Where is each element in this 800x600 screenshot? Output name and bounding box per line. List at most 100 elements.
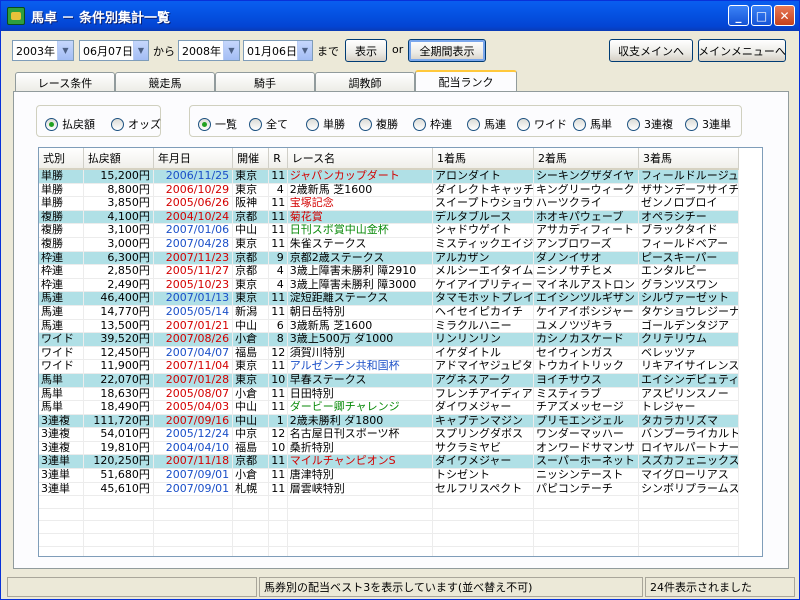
radio-win[interactable]: 単勝: [306, 116, 345, 132]
table-row[interactable]: 馬単 18,490円 2005/04/03 中山 11 ダービー卿チャレンジ ダイワメジャー…: [39, 400, 739, 415]
radio-trio-circle[interactable]: [627, 117, 640, 131]
table-row[interactable]: 3連複 54,010円 2005/12/24 中京 12 名古屋日刊スポーツ杯 スプリングダ…: [39, 427, 739, 442]
cell-first: ダイレクトキャッチ: [432, 183, 534, 198]
tab-payout-rank[interactable]: 配当ランク: [415, 70, 517, 92]
chevron-down-icon[interactable]: ▼: [223, 41, 239, 60]
close-button[interactable]: ✕: [774, 5, 795, 26]
table-row[interactable]: 3連複 19,810円 2004/04/10 福島 10 桑折特別 サクラミヤビ オンワードサ…: [39, 441, 739, 456]
radio-wide-circle[interactable]: [517, 117, 530, 131]
col-header-second[interactable]: 2着馬: [533, 148, 640, 170]
radio-exacta-circle[interactable]: [573, 117, 586, 131]
cell-r: 11: [268, 196, 288, 211]
table-row[interactable]: 3連単 51,680円 2007/09/01 小倉 11 唐津特別 トシゼント ニッシンテース…: [39, 468, 739, 483]
cell-race: マイルチャンピオンS: [287, 454, 433, 470]
radio-list[interactable]: 一覧: [198, 116, 237, 132]
col-header-venue[interactable]: 開催: [232, 148, 270, 170]
table-row[interactable]: 馬連 46,400円 2007/01/13 東京 11 淀短距離ステークス タマモホットプレ…: [39, 291, 739, 306]
table-row[interactable]: ワイド 39,520円 2007/08/26 小倉 8 3歳上500万 ダ1000 リンリン…: [39, 332, 739, 347]
col-header-payout[interactable]: 払戻額: [83, 148, 154, 170]
radio-quinella[interactable]: 馬連: [467, 116, 506, 132]
radio-exacta[interactable]: 馬単: [573, 116, 612, 132]
maximize-button[interactable]: □: [751, 5, 772, 26]
from-date-select[interactable]: 06月07日 ▼: [79, 40, 149, 61]
chevron-down-icon[interactable]: ▼: [297, 41, 312, 60]
table-row[interactable]: 馬連 13,500円 2007/01/21 中山 6 3歳新馬 芝1600 ミラクルハニーユ…: [39, 319, 739, 334]
show-button[interactable]: 表示: [345, 39, 387, 62]
radio-quinella-circle[interactable]: [467, 117, 480, 131]
table-row[interactable]: 複勝 3,000円 2007/04/28 東京 11 朱雀ステークス ミスティックエイジ アン…: [39, 237, 739, 252]
table-row[interactable]: 馬連 14,770円 2005/05/14 新潟 11 朝日岳特別 ヘイセイピカイチ ケイアイ…: [39, 305, 739, 320]
from-year-select[interactable]: 2003年 ▼: [12, 40, 74, 61]
cell-r: 4: [268, 264, 288, 279]
radio-trio[interactable]: 3連複: [627, 116, 673, 132]
main-menu-button[interactable]: メインメニューへ: [698, 39, 786, 62]
cell-venue: 京都: [232, 454, 270, 470]
cell-race: 3歳新馬 芝1600: [287, 319, 433, 334]
col-header-first[interactable]: 1着馬: [432, 148, 534, 170]
radio-payout-circle[interactable]: [45, 117, 58, 131]
cell-first: サクラミヤビ: [432, 441, 534, 456]
radio-all[interactable]: 全て: [249, 116, 288, 132]
tab-trainer[interactable]: 調教師: [315, 72, 415, 92]
table-row[interactable]: 複勝 3,100円 2007/01/06 中山 11 日刊スポ賞中山金杯 シャドウゲイト アサ…: [39, 223, 739, 238]
col-header-third[interactable]: 3着馬: [638, 148, 739, 170]
tab-race-condition[interactable]: レース条件: [15, 72, 115, 92]
table-row[interactable]: 3連複 111,720円 2007/09/16 中山 1 2歳未勝利 ダ1800 キャプテン…: [39, 414, 739, 429]
chevron-down-icon[interactable]: ▼: [57, 41, 73, 60]
cell-date: 2005/04/03: [153, 400, 234, 415]
balance-menu-button[interactable]: 収支メインへ: [609, 39, 693, 62]
table-row[interactable]: ワイド 12,450円 2007/04/07 福島 12 須賀川特別 イケダイトル セイウィン…: [39, 346, 739, 361]
radio-list-circle[interactable]: [198, 117, 211, 131]
table-row[interactable]: 3連単 120,250円 2007/11/18 京都 11 マイルチャンピオンS ダイワメジ…: [39, 454, 739, 470]
col-header-race-name[interactable]: レース名: [287, 148, 433, 170]
cell-payout: 45,610円: [83, 482, 154, 497]
radio-win-circle[interactable]: [306, 117, 319, 131]
radio-trifecta[interactable]: 3連単: [685, 116, 731, 132]
cell-third: オペラシチー: [638, 210, 739, 225]
radio-place[interactable]: 複勝: [359, 116, 398, 132]
radio-payout[interactable]: 払戻額: [45, 116, 95, 132]
cell-first: アグネスアーク: [432, 373, 534, 388]
radio-trifecta-circle[interactable]: [685, 117, 698, 131]
table-row[interactable]: 枠連 6,300円 2007/11/23 京都 9 京都2歳ステークス アルカザン ダノンイサ…: [39, 251, 739, 266]
table-row[interactable]: 複勝 4,100円 2004/10/24 京都 11 菊花賞 デルタブルース ホオキパウェーブ…: [39, 210, 739, 225]
table-row[interactable]: 馬単 22,070円 2007/01/28 東京 10 早春ステークス アグネスアーク ヨイチ…: [39, 373, 739, 388]
radio-odds[interactable]: オッズ: [111, 116, 161, 132]
table-row[interactable]: 単勝 3,850円 2005/06/26 阪神 11 宝塚記念 スイープトウショウ ハーツクラ…: [39, 196, 739, 211]
table-row[interactable]: 単勝 15,200円 2006/11/25 東京 11 ジャパンカップダート アロンダイトシ…: [39, 169, 739, 184]
radio-all-circle[interactable]: [249, 117, 262, 131]
empty-cell: [153, 495, 234, 509]
radio-place-circle[interactable]: [359, 117, 372, 131]
cell-type: 3連複: [39, 441, 84, 456]
cell-payout: 8,800円: [83, 183, 154, 198]
to-year-select[interactable]: 2008年 ▼: [178, 40, 240, 61]
table-row[interactable]: 単勝 8,800円 2006/10/29 東京 4 2歳新馬 芝1600 ダイレクトキャッチ…: [39, 183, 739, 198]
radio-odds-circle[interactable]: [111, 117, 124, 131]
table-row[interactable]: 枠連 2,490円 2005/10/23 東京 4 3歳上障害未勝利 障3000 ケイアイプ…: [39, 278, 739, 293]
radio-wide[interactable]: ワイド: [517, 116, 567, 132]
all-period-button[interactable]: 全期間表示: [408, 39, 486, 62]
table-row[interactable]: ワイド 11,900円 2007/11/04 東京 11 アルゼンチン共和国杯 アドマイヤジ…: [39, 359, 739, 374]
table-row[interactable]: 3連単 45,610円 2007/09/01 札幌 11 層雲峡特別 セルフリスペクト パピコ…: [39, 482, 739, 497]
cell-r: 4: [268, 278, 288, 293]
tab-horse[interactable]: 競走馬: [115, 72, 215, 92]
cell-payout: 18,490円: [83, 400, 154, 415]
chevron-down-icon[interactable]: ▼: [133, 41, 148, 60]
to-date-select[interactable]: 01月06日 ▼: [243, 40, 313, 61]
radio-bracket-circle[interactable]: [413, 117, 426, 131]
table-row[interactable]: 枠連 2,850円 2005/11/27 京都 4 3歳上障害未勝利 障2910 メルシーエ…: [39, 264, 739, 279]
col-header-date[interactable]: 年月日: [153, 148, 234, 170]
table-row[interactable]: 馬単 18,630円 2005/08/07 小倉 11 日田特別 フレンチアイディア ミスティ…: [39, 387, 739, 402]
col-header-race-no[interactable]: R: [268, 148, 288, 170]
radio-bracket[interactable]: 枠連: [413, 116, 452, 132]
empty-cell: [432, 546, 534, 556]
cell-second: ニシノサチヒメ: [533, 264, 640, 279]
cell-type: 3連単: [39, 468, 84, 483]
cell-date: 2005/05/14: [153, 305, 234, 320]
cell-r: 11: [268, 223, 288, 238]
col-header-type[interactable]: 式別: [39, 148, 84, 170]
tab-jockey[interactable]: 騎手: [215, 72, 315, 92]
minimize-button[interactable]: _: [728, 5, 749, 26]
payout-table[interactable]: 式別 払戻額 年月日 開催 R レース名 1着馬 2着馬 3着馬 単勝 15,20…: [38, 147, 763, 557]
cell-second: プリモエンジェル: [533, 414, 640, 429]
